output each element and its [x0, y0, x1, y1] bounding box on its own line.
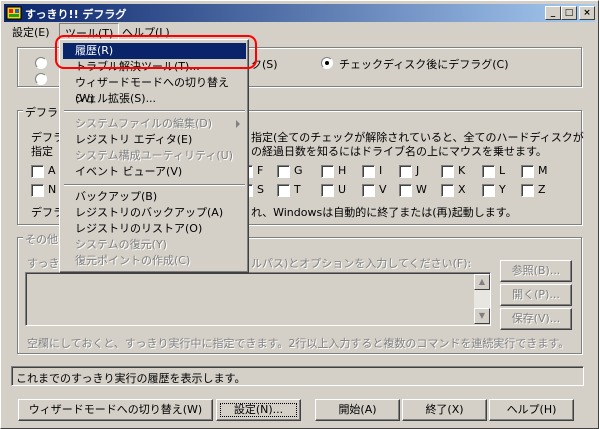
drive-label-g: G: [294, 164, 303, 177]
command-prompt-right: ルパス)とオプションを入力してください(F):: [251, 257, 472, 270]
drive-checkbox-y[interactable]: [482, 184, 495, 197]
drive-label-l: L: [499, 164, 506, 177]
menu-separator: [64, 110, 245, 112]
check-then-defrag-radio[interactable]: [321, 57, 333, 69]
check-then-defrag-label: チェックディスク後にデフラグ(C): [339, 58, 509, 71]
save-button[interactable]: 保存(V)...: [500, 308, 572, 330]
menu-item-registry-editor[interactable]: レジストリ エディタ(E): [63, 132, 246, 148]
drive-checkbox-j[interactable]: [399, 165, 412, 178]
drive-label-x: X: [458, 183, 466, 196]
help-button[interactable]: ヘルプ(H): [489, 399, 574, 421]
scroll-down-icon[interactable]: ▼: [474, 308, 490, 324]
app-icon: [6, 6, 22, 20]
drive-label-a: A: [48, 164, 56, 177]
command-prompt-left: すっき: [27, 257, 60, 270]
drive-checkbox-h[interactable]: [321, 165, 334, 178]
menu-item-create-restore-point[interactable]: 復元ポイントの作成(C): [63, 253, 246, 269]
menu-settings[interactable]: 設定(E): [7, 23, 55, 40]
drive-checkbox-a[interactable]: [31, 165, 44, 178]
drive-label-y: Y: [499, 183, 506, 196]
drive-checkbox-x[interactable]: [441, 184, 454, 197]
submenu-arrow-icon: [236, 120, 240, 128]
mode-radio-top[interactable]: [35, 57, 47, 69]
minimize-button[interactable]: _: [545, 6, 561, 20]
drive-checkbox-v[interactable]: [362, 184, 375, 197]
menu-item-system-restore[interactable]: システムの復元(Y): [63, 237, 246, 253]
scroll-up-icon[interactable]: ▲: [474, 274, 490, 290]
drive-checkbox-w[interactable]: [399, 184, 412, 197]
wizard-mode-button[interactable]: ウィザードモードへの切り替え(W): [18, 399, 213, 421]
settings-button[interactable]: 設定(N)...: [216, 399, 301, 421]
menu-item-backup[interactable]: バックアップ(B): [63, 189, 246, 205]
drive-label-m: M: [538, 164, 548, 177]
drive-checkbox-z[interactable]: [521, 184, 534, 197]
command-note: 空欄にしておくと、すっきり実行中に指定できます。2行以上入力すると複数のコマンド…: [27, 337, 570, 350]
menu-item-shell-extension[interactable]: シェル拡張(S)...: [63, 91, 246, 107]
drive-label-k: K: [458, 164, 466, 177]
other-group-label: その他: [23, 231, 60, 247]
status-bar: これまでのすっきり実行の履歴を表示します。: [11, 366, 584, 386]
drive-checkbox-i[interactable]: [362, 165, 375, 178]
menu-item-edit-system-files-label: システムファイルの編集(D): [75, 117, 213, 130]
drive-label-j: J: [416, 164, 420, 177]
status-text: これまでのすっきり実行の履歴を表示します。: [16, 372, 246, 385]
mode-radio-bottom[interactable]: [35, 73, 47, 85]
defrag-desc-right-2: の経過日数を知るにはドライブ名の上にマウスを乗せます。: [251, 145, 547, 158]
browse-button[interactable]: 参照(B)...: [500, 260, 572, 282]
drive-label-h: H: [338, 164, 347, 177]
exit-button[interactable]: 終了(X): [402, 399, 487, 421]
drive-label-f: F: [257, 164, 264, 177]
start-button[interactable]: 開始(A): [315, 399, 400, 421]
drive-checkbox-k[interactable]: [441, 165, 454, 178]
drive-checkbox-g[interactable]: [277, 165, 290, 178]
drive-label-u: U: [338, 183, 347, 196]
tools-menu: 履歴(R) トラブル解決ツール(T)... ウィザードモードへの切り替え(W) …: [59, 39, 249, 273]
drive-label-n: N: [48, 183, 57, 196]
menu-item-registry-restore[interactable]: レジストリのリストア(O): [63, 221, 246, 237]
menu-item-edit-system-files[interactable]: システムファイルの編集(D): [63, 116, 246, 132]
drive-label-t: T: [294, 183, 301, 196]
drive-label-z: Z: [538, 183, 546, 196]
defrag-group-label: デフラ: [23, 104, 60, 120]
drive-checkbox-n[interactable]: [31, 184, 44, 197]
window-title: すっきり!! デフラグ: [25, 8, 127, 21]
menu-item-system-config[interactable]: システム構成ユーティリティ(U): [63, 148, 246, 164]
drive-checkbox-u[interactable]: [321, 184, 334, 197]
close-button[interactable]: ×: [579, 6, 595, 20]
app-window: すっきり!! デフラグ _ □ × 設定(E) ツール(T) ヘルプ(L) ク(…: [0, 0, 599, 429]
menu-separator: [64, 184, 245, 186]
menu-item-registry-backup[interactable]: レジストリのバックアップ(A): [63, 205, 246, 221]
command-textarea[interactable]: [25, 272, 491, 326]
drive-label-i: I: [379, 164, 383, 177]
drive-checkbox-l[interactable]: [482, 165, 495, 178]
menu-item-event-viewer[interactable]: イベント ビューア(V): [63, 164, 246, 180]
drive-label-v: V: [379, 183, 387, 196]
highlight-annotation: [55, 35, 257, 69]
defrag-footer-right: れ、Windowsは自動的に終了または(再)起動します。: [251, 206, 517, 219]
defrag-desc-left-2: 指定: [31, 145, 53, 158]
open-button[interactable]: 開く(P)...: [500, 284, 572, 306]
maximize-button[interactable]: □: [561, 6, 577, 20]
title-bar[interactable]: すっきり!! デフラグ _ □ ×: [4, 4, 595, 22]
drive-label-s: S: [257, 183, 264, 196]
drive-checkbox-t[interactable]: [277, 184, 290, 197]
drive-checkbox-m[interactable]: [521, 165, 534, 178]
menu-item-wizard-mode[interactable]: ウィザードモードへの切り替え(W): [63, 75, 246, 105]
drive-label-w: W: [416, 183, 427, 196]
